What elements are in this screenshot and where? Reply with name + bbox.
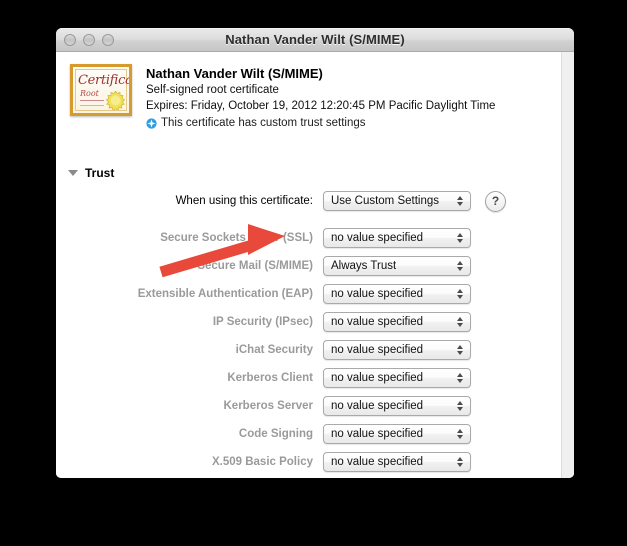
custom-trust-notice-label: This certificate has custom trust settin… <box>161 117 366 129</box>
trust-row-ichat: iChat Security no value specified <box>56 336 574 364</box>
certificate-icon: Certificate Root <box>70 64 132 116</box>
certificate-header: Certificate Root Nathan Vander Wilt (S/M… <box>70 64 495 131</box>
trust-row-x509-value: no value specified <box>331 456 424 468</box>
trust-row-kerberos-client: Kerberos Client no value specified <box>56 364 574 392</box>
when-using-certificate-label: When using this certificate: <box>175 195 313 207</box>
trust-row-x509-popup[interactable]: no value specified <box>323 452 471 472</box>
trust-row-x509-label: X.509 Basic Policy <box>211 456 313 468</box>
certificate-name: Nathan Vander Wilt (S/MIME) <box>146 66 323 81</box>
help-button[interactable]: ? <box>485 190 506 212</box>
certificate-trust-window: Nathan Vander Wilt (S/MIME) Certificate … <box>56 28 574 478</box>
trust-row-eap-value: no value specified <box>331 288 424 300</box>
window-titlebar[interactable]: Nathan Vander Wilt (S/MIME) <box>56 28 574 52</box>
certificate-type: Self-signed root certificate <box>146 84 279 96</box>
trust-row-ichat-label: iChat Security <box>235 344 313 356</box>
certificate-icon-subtitle: Root <box>80 89 99 98</box>
certificate-icon-title: Certificate <box>78 73 132 88</box>
popup-arrows-icon <box>457 233 463 243</box>
popup-arrows-icon <box>457 345 463 355</box>
trust-section-header[interactable]: Trust <box>68 166 114 180</box>
trust-row-code-signing-value: no value specified <box>331 428 424 440</box>
popup-arrows-icon <box>457 457 463 467</box>
trust-row-code-signing-popup[interactable]: no value specified <box>323 424 471 444</box>
popup-arrows-icon <box>457 261 463 271</box>
when-using-certificate-row: When using this certificate: Use Custom … <box>56 187 574 215</box>
trust-section-label: Trust <box>85 166 115 180</box>
trust-row-smime: Secure Mail (S/MIME) Always Trust <box>56 252 574 280</box>
popup-arrows-icon <box>457 373 463 383</box>
trust-row-smime-value: Always Trust <box>331 260 397 272</box>
trust-row-eap-popup[interactable]: no value specified <box>323 284 471 304</box>
certificate-expiry: Expires: Friday, October 19, 2012 12:20:… <box>146 100 496 112</box>
trust-row-ipsec: IP Security (IPsec) no value specified <box>56 308 574 336</box>
when-using-certificate-value: Use Custom Settings <box>331 195 440 207</box>
window-content: Certificate Root Nathan Vander Wilt (S/M… <box>56 52 574 478</box>
certificate-icon-flourish <box>80 100 104 106</box>
info-badge-icon <box>146 117 157 129</box>
trust-settings-form: When using this certificate: Use Custom … <box>56 187 574 476</box>
trust-row-smime-label: Secure Mail (S/MIME) <box>197 260 313 272</box>
popup-arrows-icon <box>457 289 463 299</box>
trust-row-kerberos-server-popup[interactable]: no value specified <box>323 396 471 416</box>
popup-arrows-icon <box>457 196 463 206</box>
trust-row-x509: X.509 Basic Policy no value specified <box>56 448 574 476</box>
trust-row-kerberos-server-label: Kerberos Server <box>223 400 314 412</box>
trust-row-kerberos-client-value: no value specified <box>331 372 424 384</box>
popup-arrows-icon <box>457 401 463 411</box>
trust-row-eap: Extensible Authentication (EAP) no value… <box>56 280 574 308</box>
popup-arrows-icon <box>457 317 463 327</box>
trust-row-ssl-value: no value specified <box>331 232 424 244</box>
certificate-seal-icon <box>106 91 125 110</box>
when-using-certificate-popup[interactable]: Use Custom Settings <box>323 191 471 211</box>
trust-row-kerberos-server-value: no value specified <box>331 400 424 412</box>
window-title: Nathan Vander Wilt (S/MIME) <box>225 32 405 47</box>
trust-row-code-signing: Code Signing no value specified <box>56 420 574 448</box>
trust-row-ipsec-label: IP Security (IPsec) <box>212 316 313 328</box>
trust-row-smime-popup[interactable]: Always Trust <box>323 256 471 276</box>
trust-row-ssl: Secure Sockets Layer (SSL) no value spec… <box>56 224 574 252</box>
trust-row-eap-label: Extensible Authentication (EAP) <box>137 288 313 300</box>
trust-row-ssl-popup[interactable]: no value specified <box>323 228 471 248</box>
custom-trust-notice: This certificate has custom trust settin… <box>146 115 495 131</box>
trust-row-ichat-value: no value specified <box>331 344 424 356</box>
trust-row-kerberos-server: Kerberos Server no value specified <box>56 392 574 420</box>
form-spacer <box>56 215 574 224</box>
trust-row-kerberos-client-popup[interactable]: no value specified <box>323 368 471 388</box>
certificate-details: Nathan Vander Wilt (S/MIME) Self-signed … <box>146 64 495 131</box>
trust-row-ipsec-popup[interactable]: no value specified <box>323 312 471 332</box>
trust-row-kerberos-client-label: Kerberos Client <box>227 372 313 384</box>
trust-row-ichat-popup[interactable]: no value specified <box>323 340 471 360</box>
trust-row-ssl-label: Secure Sockets Layer (SSL) <box>160 232 313 244</box>
disclosure-triangle-icon[interactable] <box>68 170 78 176</box>
popup-arrows-icon <box>457 429 463 439</box>
trust-row-ipsec-value: no value specified <box>331 316 424 328</box>
trust-row-code-signing-label: Code Signing <box>238 428 313 440</box>
